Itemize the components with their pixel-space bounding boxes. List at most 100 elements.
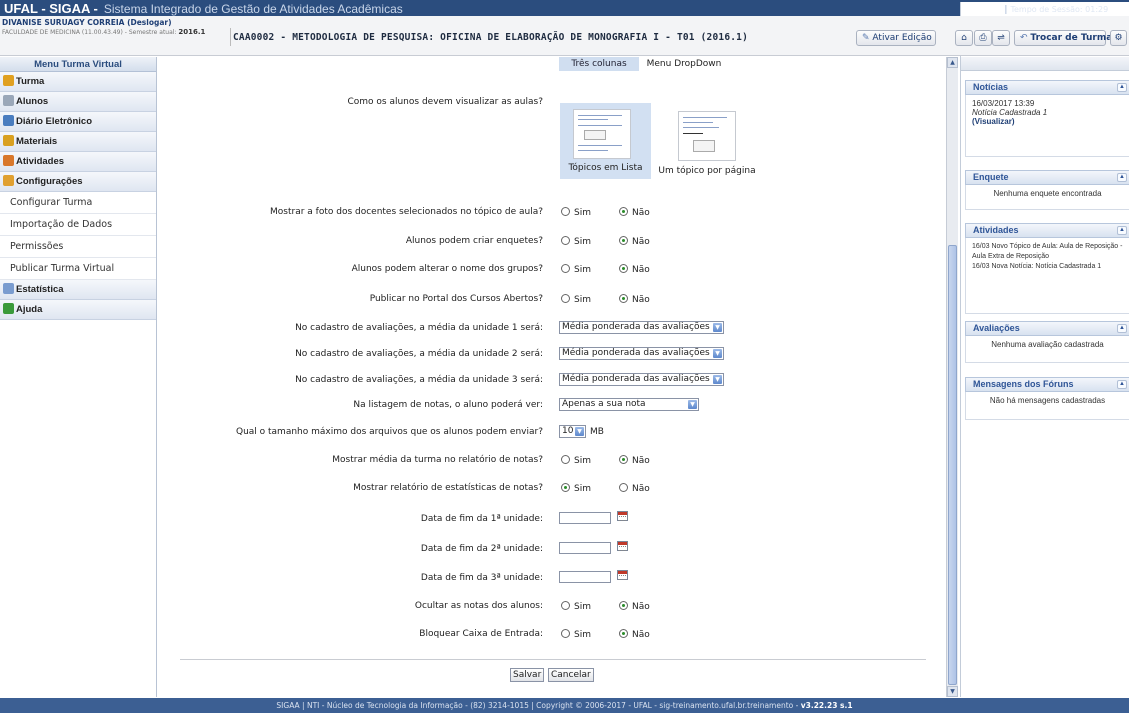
tab-three-columns[interactable]: Três colunas <box>559 57 639 71</box>
radio-no[interactable]: Não <box>619 483 650 494</box>
page-preview-image[interactable] <box>678 111 736 161</box>
right-panel: Notícias ▲ 16/03/2017 13:39 Notícia Cada… <box>960 57 1129 697</box>
link-icon[interactable]: ⇌ <box>992 30 1010 46</box>
radio-checked-icon[interactable] <box>619 629 628 638</box>
radio-checked-icon[interactable] <box>619 207 628 216</box>
app-title: UFAL - SIGAA - Sistema Integrado de Gestã… <box>4 1 403 16</box>
form-label: Bloquear Caixa de Entrada: <box>419 629 543 639</box>
radio-yes[interactable]: Sim <box>561 294 591 305</box>
scroll-up-icon[interactable]: ▲ <box>947 57 958 68</box>
radio-unchecked-icon[interactable] <box>561 294 570 303</box>
calendar-icon[interactable] <box>617 570 628 580</box>
footer: SIGAA | NTI - Núcleo de Tecnologia da In… <box>0 698 1129 713</box>
radio-yes[interactable]: Sim <box>561 207 591 218</box>
students-icon <box>3 95 14 106</box>
select-dropdown[interactable]: Apenas a sua nota ▼ <box>559 398 699 411</box>
radio-no[interactable]: Não <box>619 236 650 247</box>
sidebar-item-estatstica[interactable]: Estatística <box>0 280 156 300</box>
radio-no[interactable]: Não <box>619 629 650 640</box>
select-dropdown[interactable]: Média ponderada das avaliações ▼ <box>559 373 724 386</box>
radio-unchecked-icon[interactable] <box>561 455 570 464</box>
forums-header[interactable]: Mensagens dos Fóruns ▲ <box>965 377 1129 392</box>
top-bar: UFAL - SIGAA - Sistema Integrado de Gestã… <box>0 0 1129 642</box>
activate-edit-button[interactable]: ✎ Ativar Edição <box>856 30 936 46</box>
view-option-list[interactable]: Tópicos em Lista <box>560 103 651 179</box>
radio-yes[interactable]: Sim <box>561 483 591 494</box>
print-icon[interactable]: ⎙ <box>974 30 992 46</box>
chevron-down-icon[interactable]: ▼ <box>713 323 722 332</box>
activities-header[interactable]: Atividades ▲ <box>965 223 1129 238</box>
collapse-icon[interactable]: ▲ <box>1117 324 1127 333</box>
main-scrollbar[interactable]: ▲ ▼ <box>946 57 958 697</box>
sidebar-item-alunos[interactable]: Alunos <box>0 92 156 112</box>
logout-link[interactable]: (Deslogar) <box>127 18 171 27</box>
radio-unchecked-icon[interactable] <box>561 207 570 216</box>
collapse-icon[interactable]: ▲ <box>1117 173 1127 182</box>
select-dropdown[interactable]: Média ponderada das avaliações ▼ <box>559 321 724 334</box>
page-option-label[interactable]: Um tópico por página <box>653 166 761 176</box>
select-dropdown[interactable]: Média ponderada das avaliações ▼ <box>559 347 724 360</box>
chevron-down-icon[interactable]: ▼ <box>713 349 722 358</box>
radio-yes[interactable]: Sim <box>561 264 591 275</box>
date-input[interactable] <box>559 512 611 524</box>
radio-checked-icon[interactable] <box>619 236 628 245</box>
radio-no[interactable]: Não <box>619 455 650 466</box>
form-label: No cadastro de avaliações, a média da un… <box>295 323 543 333</box>
exit-link[interactable]: SAIR <box>1114 2 1129 15</box>
sidebar-item-turma[interactable]: Turma <box>0 72 156 92</box>
radio-yes[interactable]: Sim <box>561 601 591 612</box>
news-header[interactable]: Notícias ▲ <box>965 80 1129 95</box>
radio-yes[interactable]: Sim <box>561 236 591 247</box>
save-button[interactable]: Salvar <box>510 668 545 682</box>
sidebar-subitem[interactable]: Importação de Dados <box>0 214 156 236</box>
calendar-icon[interactable] <box>617 511 628 521</box>
date-input[interactable] <box>559 571 611 583</box>
calendar-icon[interactable] <box>617 541 628 551</box>
max-file-select[interactable]: 10 ▼ <box>559 425 586 438</box>
radio-no[interactable]: Não <box>619 294 650 305</box>
sidebar-subitem[interactable]: Permissões <box>0 236 156 258</box>
poll-header[interactable]: Enquete ▲ <box>965 170 1129 185</box>
radio-unchecked-icon[interactable] <box>561 236 570 245</box>
news-view-link[interactable]: (Visualizar) <box>972 117 1123 126</box>
tab-dropdown-menu[interactable]: Menu DropDown <box>644 57 724 71</box>
home-icon[interactable]: ⌂ <box>955 30 973 46</box>
collapse-icon[interactable]: ▲ <box>1117 380 1127 389</box>
sidebar-subitem[interactable]: Configurar Turma <box>0 192 156 214</box>
radio-no[interactable]: Não <box>619 264 650 275</box>
gear-icon[interactable]: ⚙ <box>1110 30 1127 46</box>
radio-checked-icon[interactable] <box>619 601 628 610</box>
radio-no[interactable]: Não <box>619 601 650 612</box>
sidebar-item-atividades[interactable]: Atividades <box>0 152 156 172</box>
radio-checked-icon[interactable] <box>619 264 628 273</box>
chevron-down-icon[interactable]: ▼ <box>688 400 697 409</box>
sidebar-subitem[interactable]: Publicar Turma Virtual <box>0 258 156 280</box>
radio-unchecked-icon[interactable] <box>561 264 570 273</box>
radio-unchecked-icon[interactable] <box>561 601 570 610</box>
date-input[interactable] <box>559 542 611 554</box>
evaluations-header[interactable]: Avaliações ▲ <box>965 321 1129 336</box>
chevron-down-icon[interactable]: ▼ <box>575 427 584 436</box>
sidebar-item-dirioeletrnico[interactable]: Diário Eletrônico <box>0 112 156 132</box>
sidebar-item-configuraes[interactable]: Configurações <box>0 172 156 192</box>
sidebar-item-materiais[interactable]: Materiais <box>0 132 156 152</box>
radio-unchecked-icon[interactable] <box>561 629 570 638</box>
sidebar-item-ajuda[interactable]: Ajuda <box>0 300 156 320</box>
chevron-down-icon[interactable]: ▼ <box>713 375 722 384</box>
scroll-thumb[interactable] <box>948 245 957 685</box>
radio-checked-icon[interactable] <box>561 483 570 492</box>
collapse-icon[interactable]: ▲ <box>1117 83 1127 92</box>
cancel-button[interactable]: Cancelar <box>548 668 594 682</box>
sidebar-item-label: Estatística <box>16 284 64 295</box>
radio-checked-icon[interactable] <box>619 455 628 464</box>
collapse-icon[interactable]: ▲ <box>1117 226 1127 235</box>
radio-unchecked-icon[interactable] <box>619 483 628 492</box>
radio-no[interactable]: Não <box>619 207 650 218</box>
sidebar-title: Menu Turma Virtual <box>0 57 156 72</box>
switch-class-button[interactable]: ↶ Trocar de Turma <box>1014 30 1112 46</box>
radio-yes[interactable]: Sim <box>561 629 591 640</box>
radio-checked-icon[interactable] <box>619 294 628 303</box>
radio-yes[interactable]: Sim <box>561 455 591 466</box>
form-label: Data de fim da 3ª unidade: <box>420 573 543 583</box>
scroll-down-icon[interactable]: ▼ <box>947 686 958 697</box>
